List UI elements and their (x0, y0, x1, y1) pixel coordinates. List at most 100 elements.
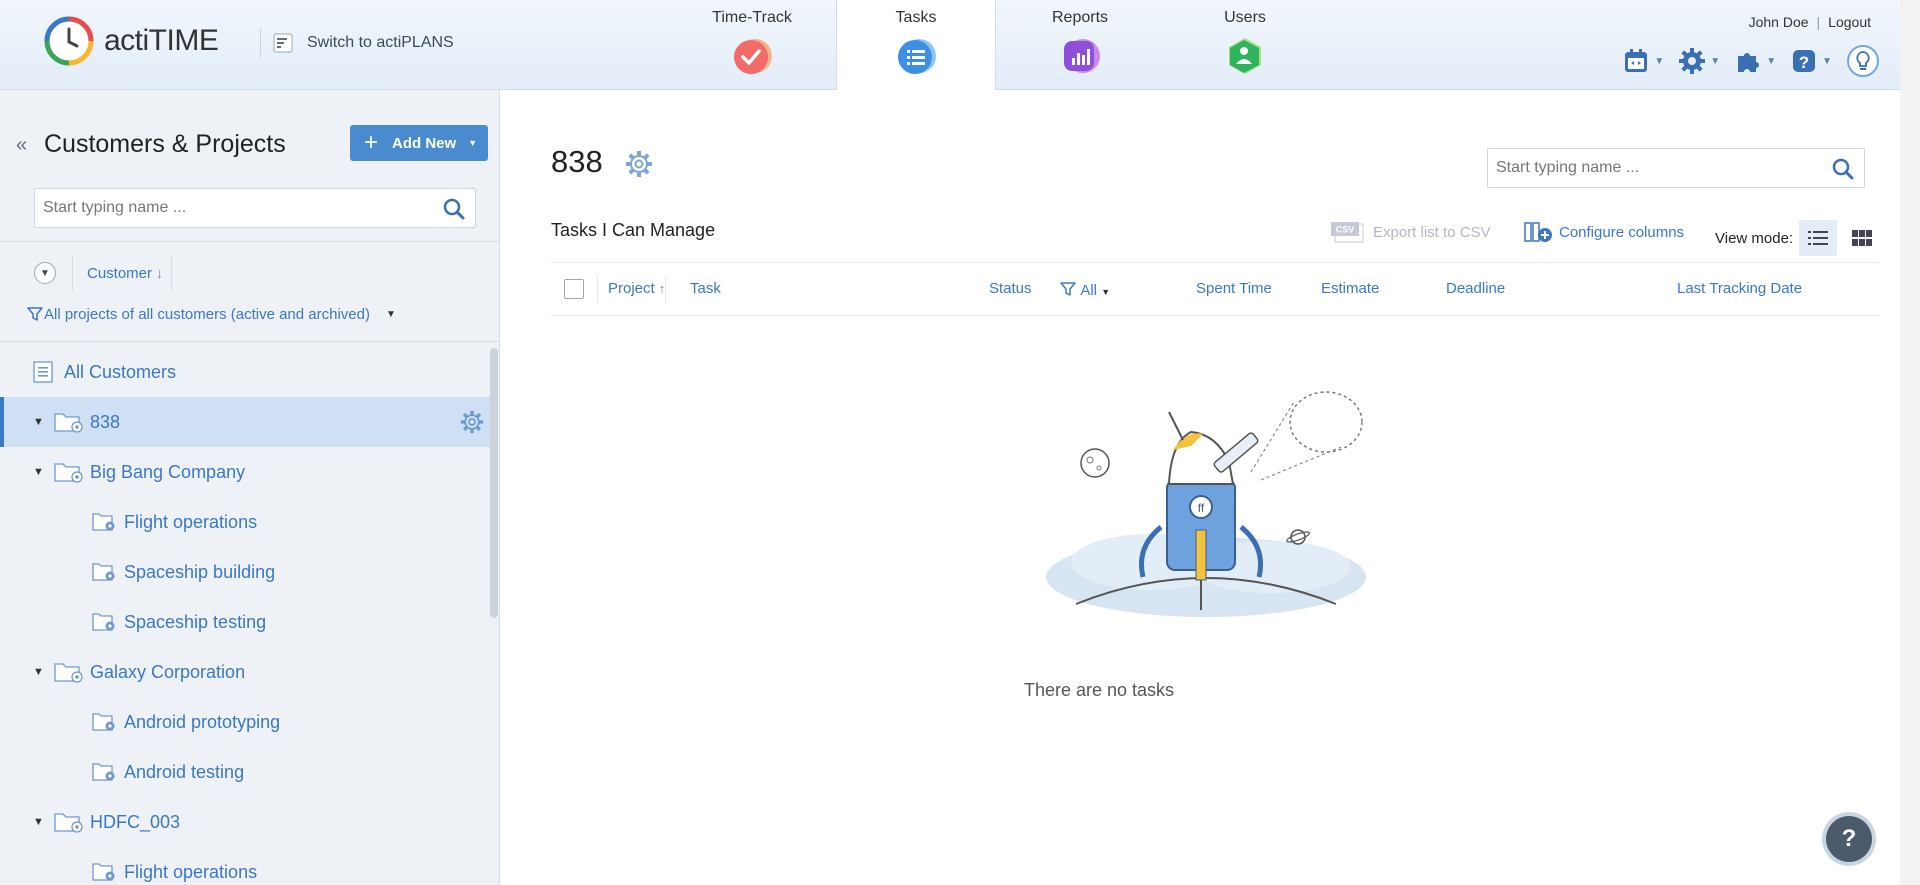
caret-down-icon[interactable]: ▼ (33, 466, 44, 478)
customer-folder-icon (54, 413, 83, 433)
plus-icon: + (364, 129, 379, 156)
chevron-down-icon: ▼ (1654, 55, 1665, 67)
tab-reports[interactable]: Reports (1000, 0, 1160, 90)
list-view-button[interactable] (1799, 220, 1838, 256)
sidebar-search (34, 188, 476, 228)
grid-view-icon (1852, 230, 1873, 246)
tree-item-customer[interactable]: ▼ HDFC_003 (0, 797, 490, 847)
csv-file-icon: CSV (1331, 222, 1364, 243)
project-folder-icon (92, 563, 115, 581)
user-name[interactable]: John Doe (1749, 14, 1809, 30)
lightbulb-icon (1847, 45, 1879, 77)
tasks-table-header: Project ↑ Task Status All ▼ Spent Time Es… (551, 262, 1879, 316)
project-folder-icon (92, 863, 115, 881)
chevron-down-icon: ▼ (468, 138, 478, 148)
tab-time-track[interactable]: Time-Track (672, 0, 832, 90)
projects-filter[interactable]: All projects of all customers (active an… (26, 305, 396, 323)
tree-item-project[interactable]: Android prototyping (0, 697, 490, 747)
tree-item-project[interactable]: Flight operations (0, 847, 490, 885)
export-csv-button[interactable]: CSV Export list to CSV (1329, 220, 1491, 244)
help-floating-button[interactable]: ? (1826, 816, 1872, 862)
app-logo[interactable]: actiTIME (44, 16, 219, 66)
tree-item-label: HDFC_003 (90, 811, 181, 832)
tree-item-project[interactable]: Spaceship building (0, 547, 490, 597)
divider (171, 255, 173, 291)
actiplans-icon (273, 33, 293, 53)
project-folder-icon (92, 763, 115, 781)
sidebar-search-input[interactable] (35, 189, 415, 227)
tab-users-label: Users (1224, 9, 1266, 26)
tree-item-all-customers[interactable]: All Customers (0, 347, 490, 397)
tree-item-label: Spaceship testing (124, 611, 267, 632)
chevron-down-icon: ▼ (1822, 55, 1832, 67)
tree-item-customer[interactable]: ▼ Galaxy Corporation (0, 647, 490, 697)
select-all-checkbox[interactable] (564, 279, 584, 299)
switch-actiplans-link[interactable]: Switch to actiPLANS (260, 28, 454, 58)
app-name: actiTIME (104, 24, 219, 57)
tree-item-customer[interactable]: ▼ Big Bang Company (0, 447, 490, 497)
grid-view-button[interactable] (1843, 220, 1881, 256)
caret-down-icon[interactable]: ▼ (33, 666, 44, 678)
tab-users[interactable]: Users (1165, 0, 1325, 90)
tab-reports-label: Reports (1051, 9, 1109, 26)
tree-item-label: Spaceship building (124, 561, 276, 582)
tree-item-project[interactable]: Android testing (0, 747, 490, 797)
settings-menu[interactable]: ▼ (1678, 47, 1720, 75)
tree-item-project[interactable]: Spaceship testing (0, 597, 490, 647)
chevron-down-icon: ▼ (1766, 55, 1777, 67)
schedule-menu[interactable]: ▼ (1622, 47, 1664, 75)
sort-customer-link[interactable]: Customer (87, 265, 152, 282)
list-view-icon (1808, 231, 1829, 245)
column-last-tracking-date[interactable]: Last Tracking Date (1677, 280, 1802, 297)
search-icon[interactable] (1832, 158, 1854, 180)
user-separator: | (1816, 14, 1821, 30)
configure-columns-label: Configure columns (1559, 223, 1685, 241)
project-folder-icon (92, 613, 115, 631)
caret-down-icon[interactable]: ▼ (33, 816, 44, 828)
tips-button[interactable] (1846, 44, 1880, 78)
gear-icon[interactable] (625, 150, 653, 178)
column-task[interactable]: Task (690, 280, 721, 297)
tree-item-label: Galaxy Corporation (90, 661, 246, 682)
page-scrollbar-track[interactable] (1900, 0, 1920, 885)
customer-folder-icon (54, 663, 83, 683)
addons-menu[interactable]: ▼ (1734, 47, 1776, 75)
sidebar-scrollbar[interactable] (490, 348, 498, 618)
column-project[interactable]: Project ↑ (608, 280, 665, 297)
project-folder-icon (92, 513, 115, 531)
tree-item-project[interactable]: Flight operations (0, 497, 490, 547)
chevron-down-icon: ▼ (385, 308, 396, 320)
column-project-label: Project (608, 280, 655, 297)
column-estimate[interactable]: Estimate (1321, 280, 1379, 297)
column-status[interactable]: Status (989, 280, 1032, 297)
expand-all-button[interactable]: ▼ (34, 262, 56, 284)
divider (597, 275, 598, 303)
add-new-button[interactable]: + Add New ▼ (350, 125, 488, 161)
export-csv-label: Export list to CSV (1373, 223, 1491, 241)
tree-item-label: Big Bang Company (90, 461, 246, 482)
divider (0, 341, 499, 342)
column-spent-time[interactable]: Spent Time (1196, 280, 1272, 297)
sort-row: ▼ Customer ↓ (34, 255, 173, 291)
svg-text:ff: ff (1198, 501, 1205, 515)
collapse-sidebar-icon[interactable]: « (16, 134, 27, 157)
sidebar-title: Customers & Projects (44, 130, 286, 158)
caret-down-icon[interactable]: ▼ (33, 416, 44, 428)
search-icon[interactable] (443, 198, 465, 220)
project-folder-icon (92, 713, 115, 731)
tab-tasks[interactable]: Tasks (836, 0, 996, 90)
tab-time-track-label: Time-Track (712, 9, 792, 26)
gear-icon[interactable] (460, 410, 484, 434)
logout-link[interactable]: Logout (1828, 14, 1871, 30)
tree-item-label: Flight operations (124, 861, 258, 882)
page-title: 838 (551, 144, 603, 179)
task-search-input[interactable] (1488, 149, 1868, 187)
column-deadline[interactable]: Deadline (1446, 280, 1505, 297)
status-filter[interactable]: All ▼ (1059, 280, 1110, 299)
filter-icon (1060, 282, 1076, 296)
empty-state-rocket-illustration: ff (1046, 391, 1366, 617)
tree-item-customer-838[interactable]: ▼ 838 (0, 397, 490, 447)
configure-columns-button[interactable]: Configure columns (1523, 220, 1684, 244)
help-menu[interactable]: ? ▼ (1790, 47, 1832, 75)
main-content: 838 Tasks I Can Manage CSV Export list t… (501, 90, 1900, 885)
